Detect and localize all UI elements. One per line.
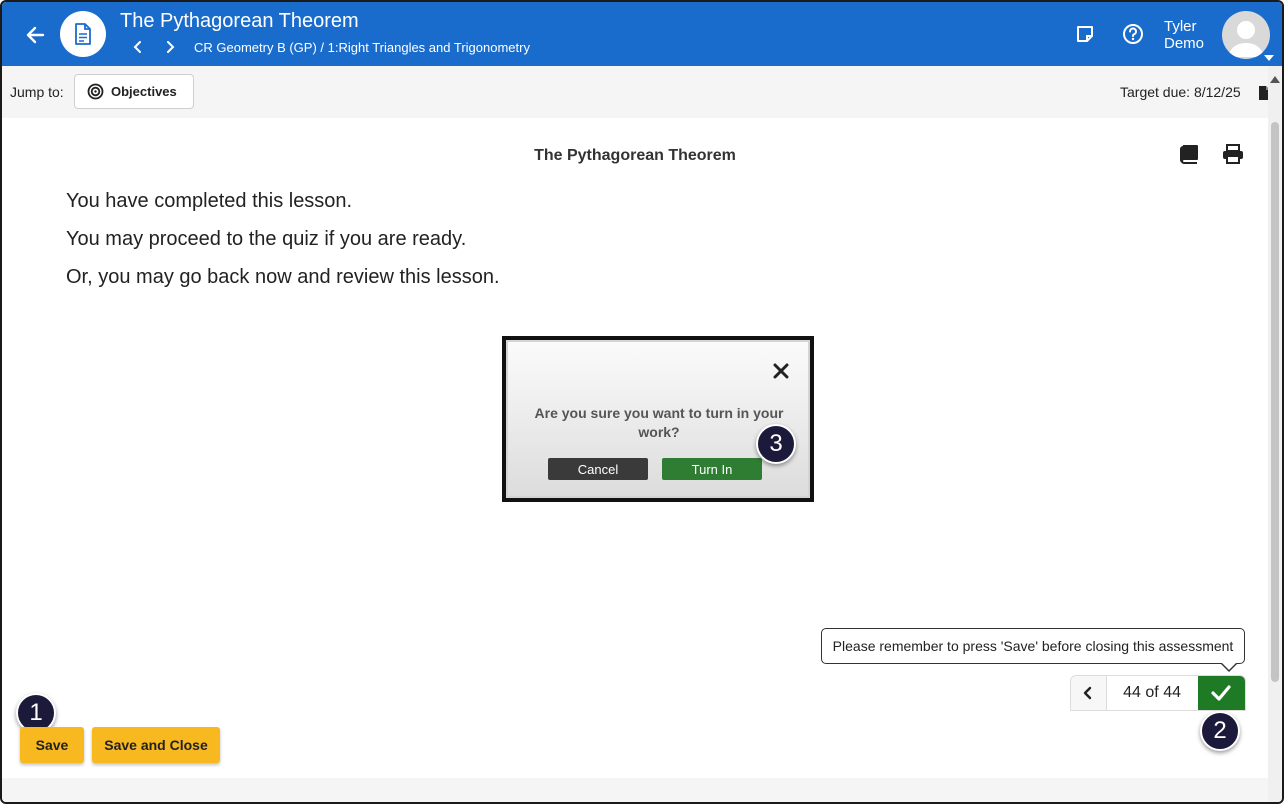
lesson-title: The Pythagorean Theorem xyxy=(534,147,736,164)
print-icon[interactable] xyxy=(1222,144,1244,169)
tooltip-tail-fill xyxy=(1221,662,1237,670)
scroll-up-icon[interactable] xyxy=(1270,70,1280,88)
caret-down-icon[interactable] xyxy=(1264,48,1274,66)
step-badge-2: 2 xyxy=(1200,711,1240,751)
help-icon[interactable] xyxy=(1121,22,1145,46)
jump-to-label: Jump to: xyxy=(10,84,64,100)
turn-in-dialog: Are you sure you want to turn in your wo… xyxy=(502,336,814,502)
chevron-left-icon[interactable] xyxy=(128,37,148,57)
notes-icon[interactable] xyxy=(1073,22,1097,46)
user-last-name: Demo xyxy=(1164,35,1205,52)
lesson-line: You may proceed to the quiz if you are r… xyxy=(66,228,467,250)
close-icon[interactable] xyxy=(770,360,792,382)
scroll-thumb[interactable] xyxy=(1271,122,1279,682)
lesson-line: You have completed this lesson. xyxy=(66,190,353,212)
scrollbar[interactable] xyxy=(1268,66,1282,802)
check-icon[interactable] xyxy=(1197,676,1245,710)
user-first-name: Tyler xyxy=(1164,18,1197,35)
jump-bar: Jump to: Objectives Target due: 8/12/25 xyxy=(2,66,1270,118)
lesson-message: You have completed this lesson. You may … xyxy=(66,189,500,303)
save-reminder-tooltip: Please remember to press 'Save' before c… xyxy=(821,628,1245,664)
user-name[interactable]: Tyler Demo xyxy=(1164,18,1204,52)
step-badge-3: 3 xyxy=(756,424,796,464)
chevron-left-icon[interactable] xyxy=(1071,676,1107,710)
breadcrumb: CR Geometry B (GP) / 1:Right Triangles a… xyxy=(128,37,530,57)
save-and-close-button[interactable]: Save and Close xyxy=(92,727,220,763)
page-count: 44 of 44 xyxy=(1106,676,1198,710)
question-pager: 44 of 44 xyxy=(1070,675,1246,711)
lesson-line: Or, you may go back now and review this … xyxy=(66,266,500,288)
turn-in-dialog-body: Are you sure you want to turn in your wo… xyxy=(506,340,810,498)
breadcrumb-text[interactable]: CR Geometry B (GP) / 1:Right Triangles a… xyxy=(194,40,530,55)
objectives-label: Objectives xyxy=(111,84,177,99)
avatar[interactable] xyxy=(1222,11,1270,59)
target-icon xyxy=(87,83,104,100)
app-frame: The Pythagorean Theorem CR Geometry B (G… xyxy=(0,0,1284,804)
bottom-bar xyxy=(2,778,1268,802)
cancel-button[interactable]: Cancel xyxy=(548,458,648,480)
turn-in-button[interactable]: Turn In xyxy=(662,458,762,480)
save-button[interactable]: Save xyxy=(20,727,84,763)
page-title: The Pythagorean Theorem xyxy=(120,10,359,32)
back-arrow-icon[interactable] xyxy=(22,22,48,48)
chevron-right-icon[interactable] xyxy=(160,37,180,57)
objectives-button[interactable]: Objectives xyxy=(74,74,194,109)
document-icon xyxy=(60,11,106,57)
book-icon[interactable] xyxy=(1178,144,1200,169)
target-due-date: Target due: 8/12/25 xyxy=(1120,84,1241,100)
header-bar: The Pythagorean Theorem CR Geometry B (G… xyxy=(2,2,1282,66)
